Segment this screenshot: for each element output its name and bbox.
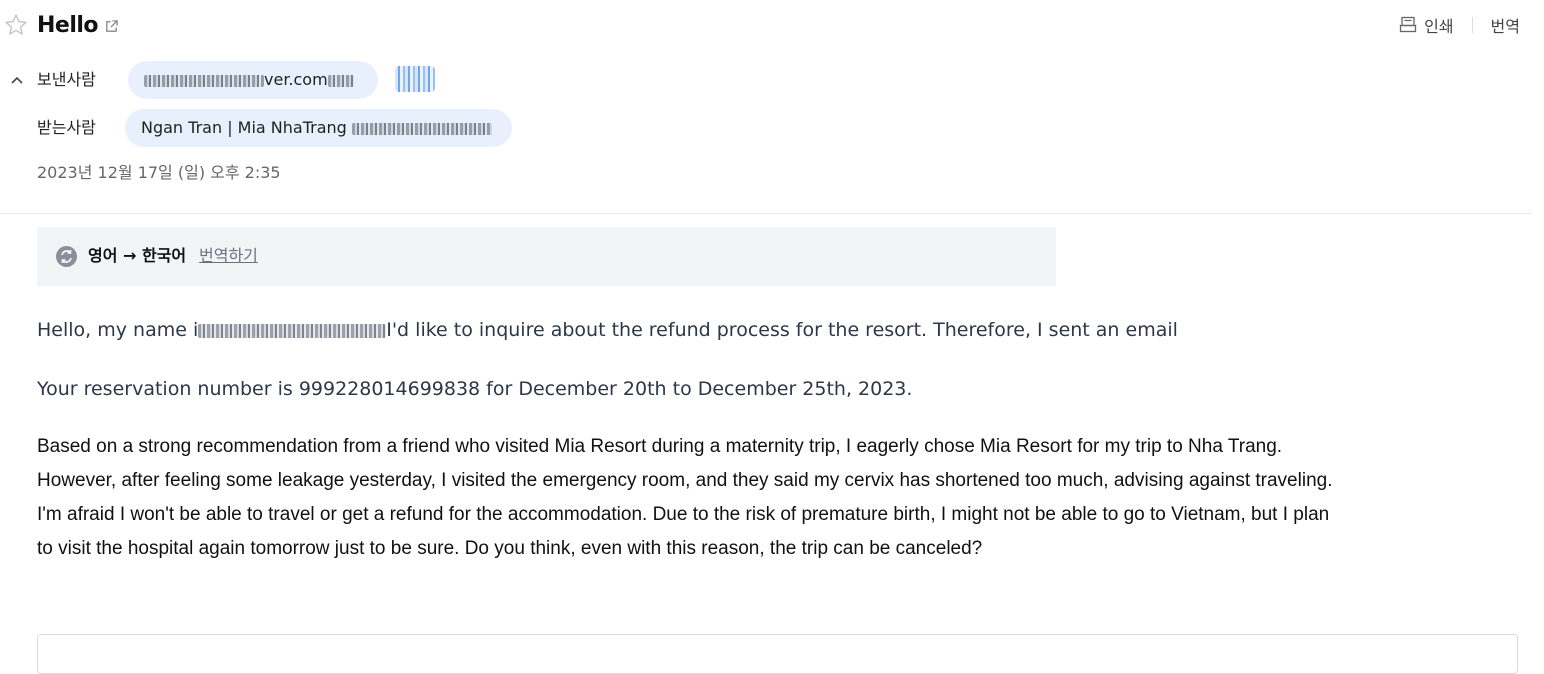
recipient-chip[interactable]: Ngan Tran | Mia NhaTrang [125,109,512,147]
mail-toolbar: 인쇄 번역 [1398,12,1520,38]
sender-chip[interactable]: ver.com [128,61,378,99]
redacted-badge [395,66,435,92]
redacted-text [198,323,387,338]
body-text: Hello, my name i [37,319,199,341]
translate-link[interactable]: 번역하기 [199,244,258,268]
header-divider [0,213,1532,214]
sender-address: ver.com [264,70,328,89]
translate-label: 번역 [1490,17,1520,36]
body-line: to visit the hospital again tomorrow jus… [37,538,983,559]
print-icon [1399,16,1417,33]
body-line: I'm afraid I won't be able to travel or … [37,504,1330,525]
body-line: Based on a strong recommendation from a … [37,436,1283,457]
print-button[interactable]: 인쇄 [1398,13,1454,37]
translate-button[interactable]: 번역 [1491,13,1520,37]
redacted-text [351,122,492,135]
chevron-up-icon[interactable] [9,72,25,88]
star-icon[interactable] [4,13,28,37]
toolbar-divider [1471,17,1473,33]
translate-bar [37,227,1056,286]
print-label: 인쇄 [1424,17,1454,36]
redacted-text [144,74,264,87]
translate-languages: 영어 → 한국어 [88,246,187,265]
sender-label: 보낸사람 [37,70,96,89]
mail-date: 2023년 12월 17일 (일) 오후 2:35 [37,163,281,182]
body-line: However, after feeling some leakage yest… [37,470,1333,491]
body-paragraph-3: Based on a strong recommendation from a … [37,430,1537,566]
body-paragraph-1: Hello, my name i I'd like to inquire abou… [37,317,1178,343]
redacted-text [327,74,354,87]
body-paragraph-2: Your reservation number is 9992280146998… [37,378,913,400]
recipient-name: Ngan Tran | Mia NhaTrang [141,118,347,137]
external-link-icon[interactable] [104,19,119,34]
reply-box[interactable] [37,634,1518,674]
translate-icon [56,246,77,267]
body-text: I'd like to inquire about the refund pro… [386,319,1178,341]
mail-subject: Hello [37,13,99,38]
recipient-label: 받는사람 [37,118,96,137]
